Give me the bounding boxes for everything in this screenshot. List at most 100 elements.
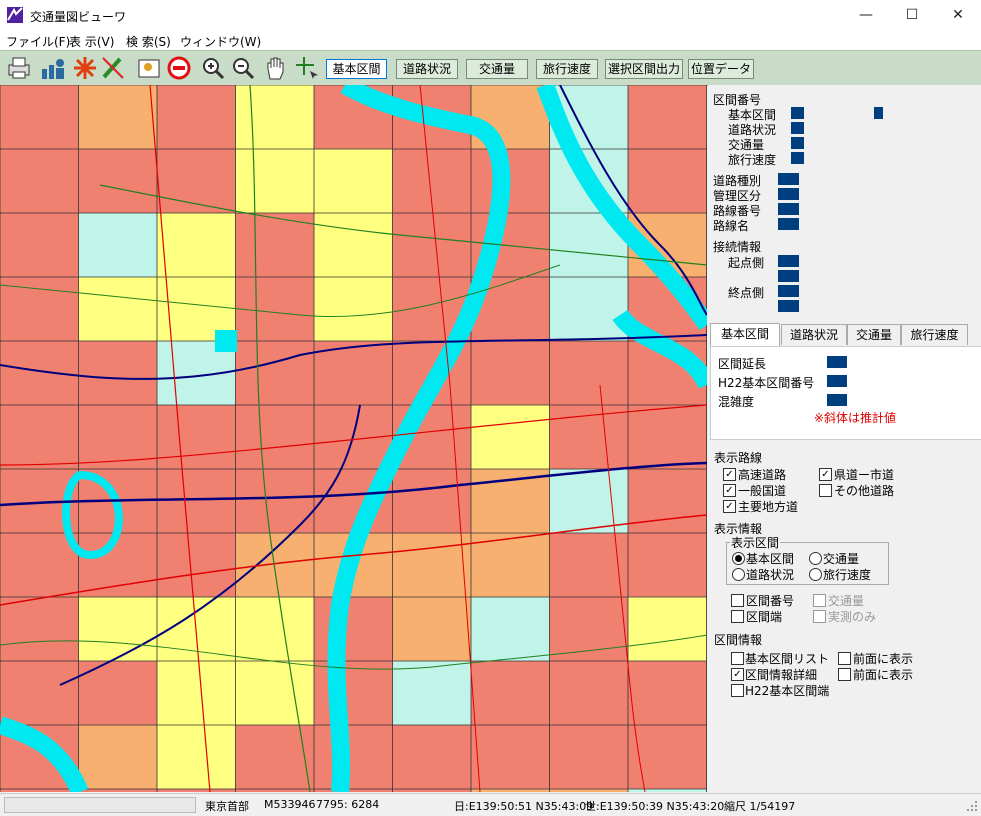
hand-pan-icon[interactable]	[263, 55, 289, 81]
value-basic-section	[791, 107, 804, 119]
mesh-cell	[235, 789, 314, 792]
value-end-2	[778, 300, 799, 312]
radio-travel-speed[interactable]	[809, 568, 822, 581]
label-main-local-road: 主要地方道	[738, 500, 799, 514]
estimate-note: ※斜体は推計値	[814, 411, 897, 425]
checkbox-traffic-volume-disabled[interactable]	[813, 594, 826, 607]
close-button[interactable]: ✕	[935, 0, 981, 30]
traffic-map[interactable]	[0, 85, 707, 792]
label-section-number: 区間番号	[746, 594, 795, 608]
checkbox-expressway[interactable]: ✓	[723, 468, 736, 481]
printer-icon[interactable]	[6, 55, 32, 81]
travel-speed-button[interactable]: 旅行速度	[536, 59, 598, 79]
asterisk-icon[interactable]	[72, 55, 98, 81]
minimize-button[interactable]: —	[843, 0, 889, 30]
mesh-cell	[549, 789, 628, 792]
checkbox-main-local-road[interactable]: ✓	[723, 500, 736, 513]
mesh-cell	[0, 149, 79, 213]
maximize-button[interactable]: ☐	[889, 0, 935, 30]
menu-view[interactable]: 表 示(V)	[69, 33, 114, 50]
mesh-cell	[628, 789, 707, 792]
toolbar: 基本区間 道路状況 交通量 旅行速度 選択区間出力 位置データ	[0, 50, 981, 86]
display-routes-title: 表示路線	[714, 451, 763, 465]
status-world-coord: 世:E139:50:39 N35:43:20	[585, 800, 725, 813]
tab-basic-section[interactable]: 基本区間	[710, 323, 780, 346]
checkbox-bring-front-2[interactable]	[838, 668, 851, 681]
label-national-road: 一般国道	[738, 484, 787, 498]
checkbox-national-road[interactable]: ✓	[723, 484, 736, 497]
congestion-value	[827, 394, 847, 406]
mesh-cell	[78, 277, 157, 341]
value-travel-speed	[791, 152, 804, 164]
mesh-cell	[235, 341, 314, 405]
mesh-cell	[0, 405, 79, 469]
position-data-button[interactable]: 位置データ	[688, 59, 754, 79]
start-side-label: 起点側	[728, 256, 765, 270]
label-expressway: 高速道路	[738, 468, 787, 482]
mesh-cell	[0, 597, 79, 661]
mesh-cell	[0, 213, 79, 277]
basic-section-button[interactable]: 基本区間	[326, 59, 387, 79]
chart-user-icon[interactable]	[40, 55, 66, 81]
tab-travel-speed[interactable]: 旅行速度	[901, 324, 968, 345]
no-entry-icon[interactable]	[166, 55, 192, 81]
label-basic-section-list: 基本区間リスト	[745, 652, 830, 666]
mesh-cell	[0, 85, 79, 149]
mesh-cell	[549, 469, 628, 533]
value-management	[778, 188, 799, 200]
mesh-cell	[157, 661, 236, 725]
mesh-cell	[628, 725, 707, 789]
title-bar: 交通量図ビューワ — ☐ ✕	[0, 0, 981, 30]
label-measured-only: 実測のみ	[828, 610, 877, 624]
progress-bar	[4, 797, 196, 813]
mesh-cell	[78, 725, 157, 789]
section-info-title: 区間情報	[714, 633, 763, 647]
checkbox-other-road[interactable]	[819, 484, 832, 497]
radio-traffic-volume[interactable]	[809, 552, 822, 565]
checkbox-section-detail[interactable]: ✓	[731, 668, 744, 681]
label-section-detail: 区間情報詳細	[745, 668, 818, 682]
radio-basic-section[interactable]	[732, 552, 745, 565]
radio-road-condition[interactable]	[732, 568, 745, 581]
pencil-icon[interactable]	[100, 55, 126, 81]
mesh-cell	[157, 85, 236, 149]
mesh-cell	[235, 725, 314, 789]
checkbox-measured-only[interactable]	[813, 610, 826, 623]
checkbox-section-end[interactable]	[731, 610, 744, 623]
tab-traffic-volume[interactable]: 交通量	[847, 324, 901, 345]
mesh-cell	[471, 789, 550, 792]
zoom-in-icon[interactable]	[200, 55, 226, 81]
menu-window[interactable]: ウィンドウ(W)	[180, 33, 261, 50]
mesh-cell	[235, 149, 314, 213]
status-bar: 東京首部 M533946 7795: 6284 日:E139:50:51 N35…	[0, 793, 981, 816]
mesh-cell	[235, 277, 314, 341]
mesh-cell	[78, 149, 157, 213]
checkbox-basic-section-list[interactable]	[731, 652, 744, 665]
mesh-cell	[314, 149, 393, 213]
value-route-name	[778, 218, 799, 230]
map-pin-icon[interactable]	[136, 55, 162, 81]
map-view[interactable]	[0, 85, 707, 792]
label-h22-section-end: H22基本区間端	[745, 684, 830, 698]
tab-road-condition[interactable]: 道路状況	[781, 324, 847, 345]
zoom-out-icon[interactable]	[230, 55, 256, 81]
checkbox-h22-section-end[interactable]	[731, 684, 744, 697]
road-condition-button[interactable]: 道路状況	[396, 59, 458, 79]
checkbox-bring-front-1[interactable]	[838, 652, 851, 665]
menu-file[interactable]: ファイル(F)	[6, 33, 70, 50]
selection-output-button[interactable]: 選択区間出力	[605, 59, 683, 79]
value-start-1	[778, 255, 799, 267]
app-icon	[7, 7, 23, 23]
checkbox-prefectural-road[interactable]: ✓	[819, 468, 832, 481]
traffic-volume-button[interactable]: 交通量	[466, 59, 528, 79]
value-basic-section-ext	[874, 107, 883, 119]
tab-panel-basic-section: 区間延長 H22基本区間番号 混雑度 ※斜体は推計値	[710, 346, 981, 440]
resize-grip-icon[interactable]	[966, 800, 978, 812]
crosshair-select-icon[interactable]	[294, 55, 320, 81]
connection-info-label: 接続情報	[713, 240, 762, 254]
mesh-cell	[157, 405, 236, 469]
mesh-cell	[392, 661, 471, 725]
menu-search[interactable]: 検 索(S)	[126, 33, 171, 50]
checkbox-section-number[interactable]	[731, 594, 744, 607]
mesh-cell	[471, 405, 550, 469]
